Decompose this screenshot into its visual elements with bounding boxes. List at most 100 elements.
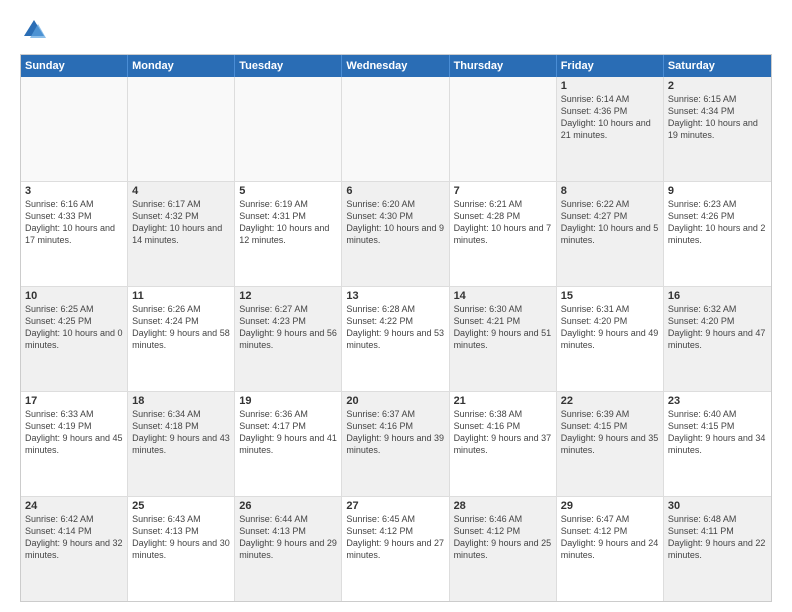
calendar-cell: 6Sunrise: 6:20 AMSunset: 4:30 PMDaylight…: [342, 182, 449, 286]
day-number: 18: [132, 395, 230, 407]
logo: [20, 16, 52, 44]
day-number: 1: [561, 80, 659, 92]
calendar-row: 17Sunrise: 6:33 AMSunset: 4:19 PMDayligh…: [21, 392, 771, 497]
calendar-cell: 22Sunrise: 6:39 AMSunset: 4:15 PMDayligh…: [557, 392, 664, 496]
calendar-row: 1Sunrise: 6:14 AMSunset: 4:36 PMDaylight…: [21, 77, 771, 182]
calendar-cell: [450, 77, 557, 181]
calendar-cell: 20Sunrise: 6:37 AMSunset: 4:16 PMDayligh…: [342, 392, 449, 496]
logo-icon: [20, 16, 48, 44]
cell-detail-text: Sunrise: 6:32 AMSunset: 4:20 PMDaylight:…: [668, 303, 767, 352]
calendar-cell: 14Sunrise: 6:30 AMSunset: 4:21 PMDayligh…: [450, 287, 557, 391]
calendar-cell: 28Sunrise: 6:46 AMSunset: 4:12 PMDayligh…: [450, 497, 557, 601]
calendar-cell: 2Sunrise: 6:15 AMSunset: 4:34 PMDaylight…: [664, 77, 771, 181]
cell-detail-text: Sunrise: 6:37 AMSunset: 4:16 PMDaylight:…: [346, 408, 444, 457]
cell-detail-text: Sunrise: 6:33 AMSunset: 4:19 PMDaylight:…: [25, 408, 123, 457]
calendar-cell: 18Sunrise: 6:34 AMSunset: 4:18 PMDayligh…: [128, 392, 235, 496]
cell-detail-text: Sunrise: 6:28 AMSunset: 4:22 PMDaylight:…: [346, 303, 444, 352]
cell-detail-text: Sunrise: 6:19 AMSunset: 4:31 PMDaylight:…: [239, 198, 337, 247]
cell-detail-text: Sunrise: 6:14 AMSunset: 4:36 PMDaylight:…: [561, 93, 659, 142]
calendar-cell: 21Sunrise: 6:38 AMSunset: 4:16 PMDayligh…: [450, 392, 557, 496]
cell-detail-text: Sunrise: 6:15 AMSunset: 4:34 PMDaylight:…: [668, 93, 767, 142]
cell-detail-text: Sunrise: 6:31 AMSunset: 4:20 PMDaylight:…: [561, 303, 659, 352]
cell-detail-text: Sunrise: 6:25 AMSunset: 4:25 PMDaylight:…: [25, 303, 123, 352]
calendar-cell: 3Sunrise: 6:16 AMSunset: 4:33 PMDaylight…: [21, 182, 128, 286]
day-number: 9: [668, 185, 767, 197]
day-number: 23: [668, 395, 767, 407]
calendar-cell: 9Sunrise: 6:23 AMSunset: 4:26 PMDaylight…: [664, 182, 771, 286]
calendar-header: SundayMondayTuesdayWednesdayThursdayFrid…: [21, 55, 771, 77]
calendar-cell: 15Sunrise: 6:31 AMSunset: 4:20 PMDayligh…: [557, 287, 664, 391]
day-number: 15: [561, 290, 659, 302]
calendar-cell: 5Sunrise: 6:19 AMSunset: 4:31 PMDaylight…: [235, 182, 342, 286]
calendar-cell: [21, 77, 128, 181]
calendar-cell: 29Sunrise: 6:47 AMSunset: 4:12 PMDayligh…: [557, 497, 664, 601]
day-number: 21: [454, 395, 552, 407]
calendar-cell: [235, 77, 342, 181]
calendar-header-cell: Saturday: [664, 55, 771, 77]
day-number: 3: [25, 185, 123, 197]
calendar-cell: 1Sunrise: 6:14 AMSunset: 4:36 PMDaylight…: [557, 77, 664, 181]
calendar-cell: 10Sunrise: 6:25 AMSunset: 4:25 PMDayligh…: [21, 287, 128, 391]
day-number: 5: [239, 185, 337, 197]
day-number: 12: [239, 290, 337, 302]
day-number: 13: [346, 290, 444, 302]
calendar-cell: 13Sunrise: 6:28 AMSunset: 4:22 PMDayligh…: [342, 287, 449, 391]
calendar-header-cell: Tuesday: [235, 55, 342, 77]
day-number: 6: [346, 185, 444, 197]
calendar-cell: 7Sunrise: 6:21 AMSunset: 4:28 PMDaylight…: [450, 182, 557, 286]
day-number: 28: [454, 500, 552, 512]
cell-detail-text: Sunrise: 6:22 AMSunset: 4:27 PMDaylight:…: [561, 198, 659, 247]
cell-detail-text: Sunrise: 6:39 AMSunset: 4:15 PMDaylight:…: [561, 408, 659, 457]
page: SundayMondayTuesdayWednesdayThursdayFrid…: [0, 0, 792, 612]
cell-detail-text: Sunrise: 6:45 AMSunset: 4:12 PMDaylight:…: [346, 513, 444, 562]
day-number: 27: [346, 500, 444, 512]
header: [20, 16, 772, 44]
day-number: 7: [454, 185, 552, 197]
day-number: 26: [239, 500, 337, 512]
cell-detail-text: Sunrise: 6:17 AMSunset: 4:32 PMDaylight:…: [132, 198, 230, 247]
calendar-cell: 16Sunrise: 6:32 AMSunset: 4:20 PMDayligh…: [664, 287, 771, 391]
cell-detail-text: Sunrise: 6:30 AMSunset: 4:21 PMDaylight:…: [454, 303, 552, 352]
calendar-cell: [128, 77, 235, 181]
day-number: 4: [132, 185, 230, 197]
cell-detail-text: Sunrise: 6:20 AMSunset: 4:30 PMDaylight:…: [346, 198, 444, 247]
cell-detail-text: Sunrise: 6:26 AMSunset: 4:24 PMDaylight:…: [132, 303, 230, 352]
cell-detail-text: Sunrise: 6:34 AMSunset: 4:18 PMDaylight:…: [132, 408, 230, 457]
calendar-cell: 17Sunrise: 6:33 AMSunset: 4:19 PMDayligh…: [21, 392, 128, 496]
day-number: 2: [668, 80, 767, 92]
calendar-cell: 19Sunrise: 6:36 AMSunset: 4:17 PMDayligh…: [235, 392, 342, 496]
calendar-cell: 30Sunrise: 6:48 AMSunset: 4:11 PMDayligh…: [664, 497, 771, 601]
calendar-header-cell: Monday: [128, 55, 235, 77]
cell-detail-text: Sunrise: 6:21 AMSunset: 4:28 PMDaylight:…: [454, 198, 552, 247]
day-number: 22: [561, 395, 659, 407]
calendar-row: 10Sunrise: 6:25 AMSunset: 4:25 PMDayligh…: [21, 287, 771, 392]
calendar-row: 3Sunrise: 6:16 AMSunset: 4:33 PMDaylight…: [21, 182, 771, 287]
cell-detail-text: Sunrise: 6:43 AMSunset: 4:13 PMDaylight:…: [132, 513, 230, 562]
cell-detail-text: Sunrise: 6:48 AMSunset: 4:11 PMDaylight:…: [668, 513, 767, 562]
calendar-header-cell: Thursday: [450, 55, 557, 77]
calendar-cell: 23Sunrise: 6:40 AMSunset: 4:15 PMDayligh…: [664, 392, 771, 496]
day-number: 24: [25, 500, 123, 512]
day-number: 10: [25, 290, 123, 302]
calendar-header-cell: Friday: [557, 55, 664, 77]
cell-detail-text: Sunrise: 6:36 AMSunset: 4:17 PMDaylight:…: [239, 408, 337, 457]
calendar-cell: 24Sunrise: 6:42 AMSunset: 4:14 PMDayligh…: [21, 497, 128, 601]
calendar-cell: 4Sunrise: 6:17 AMSunset: 4:32 PMDaylight…: [128, 182, 235, 286]
day-number: 17: [25, 395, 123, 407]
calendar-header-cell: Sunday: [21, 55, 128, 77]
cell-detail-text: Sunrise: 6:16 AMSunset: 4:33 PMDaylight:…: [25, 198, 123, 247]
day-number: 11: [132, 290, 230, 302]
cell-detail-text: Sunrise: 6:42 AMSunset: 4:14 PMDaylight:…: [25, 513, 123, 562]
calendar-header-cell: Wednesday: [342, 55, 449, 77]
cell-detail-text: Sunrise: 6:47 AMSunset: 4:12 PMDaylight:…: [561, 513, 659, 562]
day-number: 25: [132, 500, 230, 512]
cell-detail-text: Sunrise: 6:44 AMSunset: 4:13 PMDaylight:…: [239, 513, 337, 562]
calendar-body: 1Sunrise: 6:14 AMSunset: 4:36 PMDaylight…: [21, 77, 771, 601]
cell-detail-text: Sunrise: 6:38 AMSunset: 4:16 PMDaylight:…: [454, 408, 552, 457]
calendar-cell: 11Sunrise: 6:26 AMSunset: 4:24 PMDayligh…: [128, 287, 235, 391]
calendar: SundayMondayTuesdayWednesdayThursdayFrid…: [20, 54, 772, 602]
cell-detail-text: Sunrise: 6:23 AMSunset: 4:26 PMDaylight:…: [668, 198, 767, 247]
day-number: 14: [454, 290, 552, 302]
calendar-cell: 26Sunrise: 6:44 AMSunset: 4:13 PMDayligh…: [235, 497, 342, 601]
day-number: 20: [346, 395, 444, 407]
